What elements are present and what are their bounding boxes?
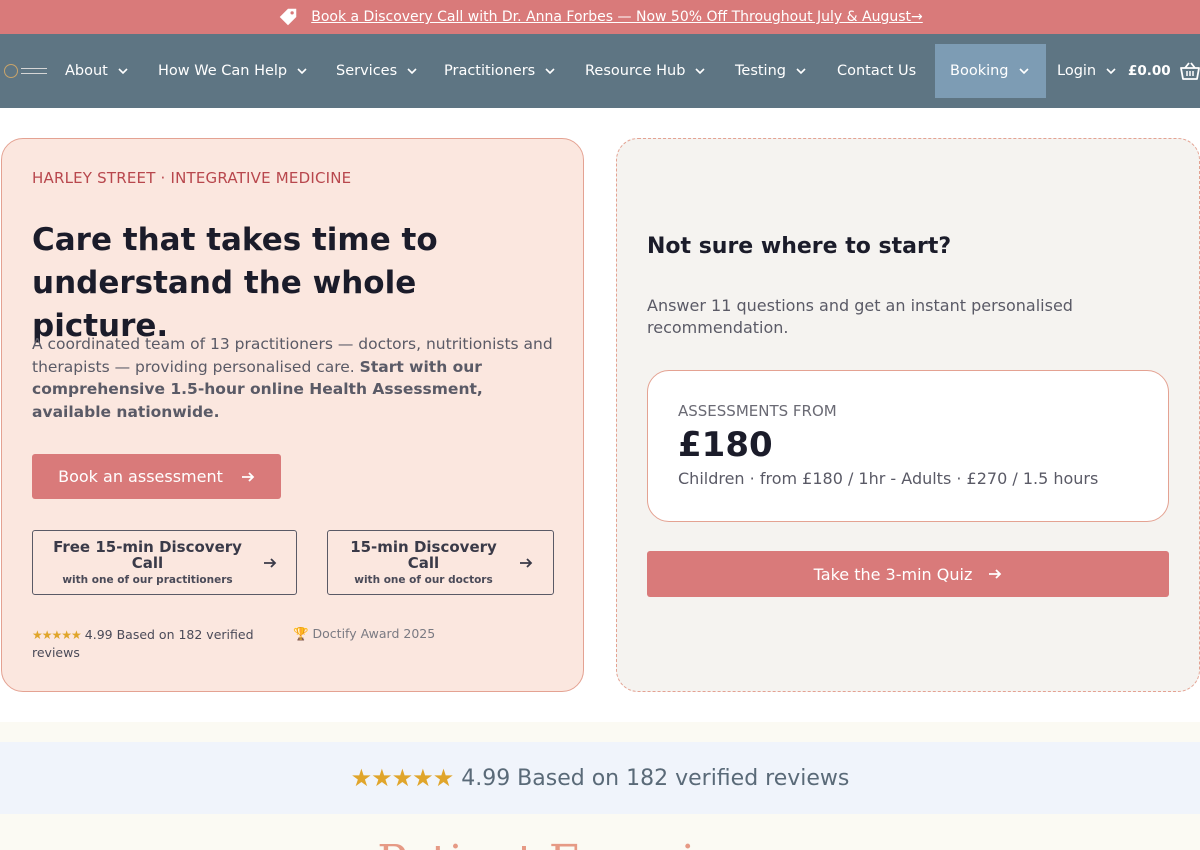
tag-icon bbox=[279, 8, 297, 26]
nav-item-label: About bbox=[65, 63, 108, 79]
reviews-band: ★★★★★ 4.99 Based on 182 verified reviews bbox=[0, 742, 1200, 814]
nav-item-label: How We Can Help bbox=[158, 63, 288, 79]
reviews-summary: 4.99 Based on 182 verified reviews bbox=[461, 765, 850, 791]
price-label: ASSESSMENTS FROM bbox=[678, 402, 837, 420]
hero-title: Care that takes time to understand the w… bbox=[32, 222, 438, 344]
cart-total: £0.00 bbox=[1128, 63, 1171, 79]
nav-item-label: Practitioners bbox=[444, 63, 536, 79]
main-nav: About How We Can Help Services Practitio… bbox=[0, 34, 1200, 108]
doctor-discovery-call-button[interactable]: 15-min Discovery Call with one of our do… bbox=[327, 530, 554, 595]
chevron-down-icon bbox=[407, 68, 417, 75]
nav-item-label: Booking bbox=[950, 63, 1009, 79]
hero-description: A coordinated team of 13 practitioners —… bbox=[32, 333, 562, 423]
quiz-title: Not sure where to start? bbox=[647, 234, 952, 259]
site-logo[interactable] bbox=[4, 62, 50, 80]
chevron-down-icon bbox=[545, 68, 555, 75]
nav-item-login[interactable]: Login bbox=[1057, 44, 1118, 98]
logo-mark bbox=[4, 64, 18, 78]
star-rating-icon: ★★★★★ bbox=[32, 628, 82, 642]
nav-item-how-we-can-help[interactable]: How We Can Help bbox=[158, 44, 309, 98]
experiences-heading: Patient Experiences bbox=[0, 836, 1200, 850]
button-title: 15-min Discovery Call bbox=[350, 538, 497, 572]
arrow-right-icon bbox=[519, 557, 532, 568]
nav-item-contact-us[interactable]: Contact Us bbox=[837, 44, 916, 98]
button-subtitle: with one of our doctors bbox=[354, 574, 493, 586]
price-note: Children · from £180 / 1hr - Adults · £2… bbox=[678, 469, 1099, 488]
nav-item-label: Login bbox=[1057, 63, 1097, 79]
hero-card: HARLEY STREET · INTEGRATIVE MEDICINE Car… bbox=[1, 138, 584, 692]
section-divider bbox=[0, 722, 1200, 742]
promo-bar: Book a Discovery Call with Dr. Anna Forb… bbox=[0, 0, 1200, 34]
basket-icon bbox=[1179, 62, 1200, 80]
nav-item-testing[interactable]: Testing bbox=[735, 44, 808, 98]
nav-item-label: Services bbox=[336, 63, 398, 79]
chevron-down-icon bbox=[297, 68, 307, 75]
logo-wordmark bbox=[21, 68, 47, 74]
button-label: Book an assessment bbox=[58, 467, 223, 486]
cart-button[interactable]: £0.00 bbox=[1128, 44, 1200, 98]
price-card: ASSESSMENTS FROM £180 Children · from £1… bbox=[647, 370, 1169, 522]
chevron-down-icon bbox=[796, 68, 806, 75]
chevron-down-icon bbox=[1018, 68, 1029, 75]
price-value: £180 bbox=[678, 425, 773, 465]
nav-item-label: Contact Us bbox=[837, 63, 917, 79]
experiences-section: Patient Experiences bbox=[0, 814, 1200, 850]
arrow-right-icon bbox=[989, 569, 1002, 579]
award-badge: 🏆 Doctify Award 2025 bbox=[293, 626, 436, 641]
hero-eyebrow: HARLEY STREET · INTEGRATIVE MEDICINE bbox=[32, 169, 352, 187]
chevron-down-icon bbox=[1106, 68, 1116, 75]
arrow-right-icon bbox=[263, 557, 276, 568]
nav-item-label: Resource Hub bbox=[585, 63, 686, 79]
button-label: Take the 3-min Quiz bbox=[813, 564, 973, 584]
quiz-description: Answer 11 questions and get an instant p… bbox=[647, 296, 1073, 337]
nav-item-about[interactable]: About bbox=[65, 44, 130, 98]
promo-link[interactable]: Book a Discovery Call with Dr. Anna Forb… bbox=[311, 9, 923, 25]
nav-item-booking[interactable]: Booking bbox=[935, 44, 1046, 98]
nav-item-label: Testing bbox=[735, 63, 786, 79]
chevron-down-icon bbox=[695, 68, 705, 75]
quiz-card: Not sure where to start? Answer 11 quest… bbox=[616, 138, 1200, 692]
take-quiz-button[interactable]: Take the 3-min Quiz bbox=[647, 551, 1169, 597]
button-title: Free 15-min Discovery Call bbox=[53, 538, 242, 572]
button-subtitle: with one of our practitioners bbox=[62, 574, 233, 586]
star-rating-icon: ★★★★★ bbox=[350, 764, 455, 792]
nav-item-resource-hub[interactable]: Resource Hub bbox=[585, 44, 707, 98]
nav-item-practitioners[interactable]: Practitioners bbox=[444, 44, 557, 98]
nav-item-services[interactable]: Services bbox=[336, 44, 419, 98]
book-assessment-button[interactable]: Book an assessment bbox=[32, 454, 281, 499]
free-discovery-call-button[interactable]: Free 15-min Discovery Call with one of o… bbox=[32, 530, 297, 595]
arrow-right-icon bbox=[241, 471, 255, 482]
hero-rating: ★★★★★ 4.99 Based on 182 verified reviews bbox=[32, 626, 282, 662]
chevron-down-icon bbox=[118, 68, 128, 75]
